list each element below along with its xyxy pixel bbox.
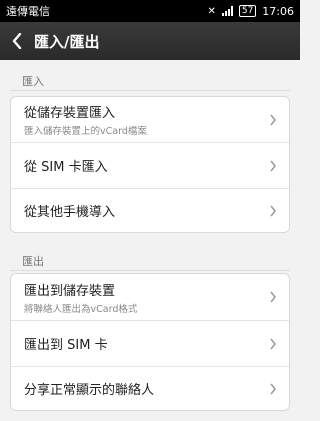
page-title: 匯入/匯出 [34, 32, 100, 51]
export-card: 匯出到儲存裝置 將聯絡人匯出為vCard格式 匯出到 SIM 卡 分享正常顯示的… [10, 273, 290, 411]
chevron-right-icon [270, 205, 276, 216]
status-icons: ✕ 57 17:06 [207, 5, 294, 18]
import-from-other-phone-item[interactable]: 從其他手機導入 [11, 188, 289, 232]
battery-icon: 57 [238, 5, 257, 17]
item-label: 分享正常顯示的聯絡人 [24, 383, 155, 398]
item-label: 匯出到 SIM 卡 [24, 338, 108, 353]
chevron-right-icon [270, 291, 276, 303]
item-label: 從 SIM 卡匯入 [24, 160, 108, 175]
item-label: 從其他手機導入 [24, 205, 116, 220]
carrier-name: 遠傳電信 [6, 5, 50, 18]
chevron-right-icon [270, 160, 276, 171]
import-divider [10, 90, 290, 91]
chevron-left-icon [12, 33, 22, 49]
back-button[interactable] [0, 22, 34, 60]
export-divider [10, 270, 290, 271]
item-subtitle: 將聯絡人匯出為vCard格式 [24, 303, 138, 315]
import-from-sim-item[interactable]: 從 SIM 卡匯入 [11, 142, 289, 188]
item-label: 匯出到儲存裝置 [24, 283, 116, 299]
import-card: 從儲存裝置匯入 匯入儲存裝置上的vCard檔案 從 SIM 卡匯入 從其他手機導… [10, 96, 290, 233]
export-section-label: 匯出 [22, 255, 44, 268]
import-section-label: 匯入 [22, 75, 44, 88]
signal-icon [221, 6, 233, 16]
chevron-right-icon [270, 383, 276, 394]
title-bar: 匯入/匯出 [0, 22, 300, 60]
mute-icon: ✕ [207, 5, 216, 17]
item-label: 從儲存裝置匯入 [24, 106, 116, 121]
export-to-storage-item[interactable]: 匯出到儲存裝置 將聯絡人匯出為vCard格式 [11, 274, 289, 320]
chevron-right-icon [270, 114, 276, 125]
share-visible-contacts-item[interactable]: 分享正常顯示的聯絡人 [11, 366, 289, 410]
clock: 17:06 [262, 4, 294, 18]
export-to-sim-item[interactable]: 匯出到 SIM 卡 [11, 320, 289, 366]
chevron-right-icon [270, 338, 276, 349]
import-from-storage-item[interactable]: 從儲存裝置匯入 匯入儲存裝置上的vCard檔案 [11, 97, 289, 142]
status-bar: 遠傳電信 ✕ 57 17:06 [0, 0, 300, 22]
item-subtitle: 匯入儲存裝置上的vCard檔案 [24, 126, 147, 137]
